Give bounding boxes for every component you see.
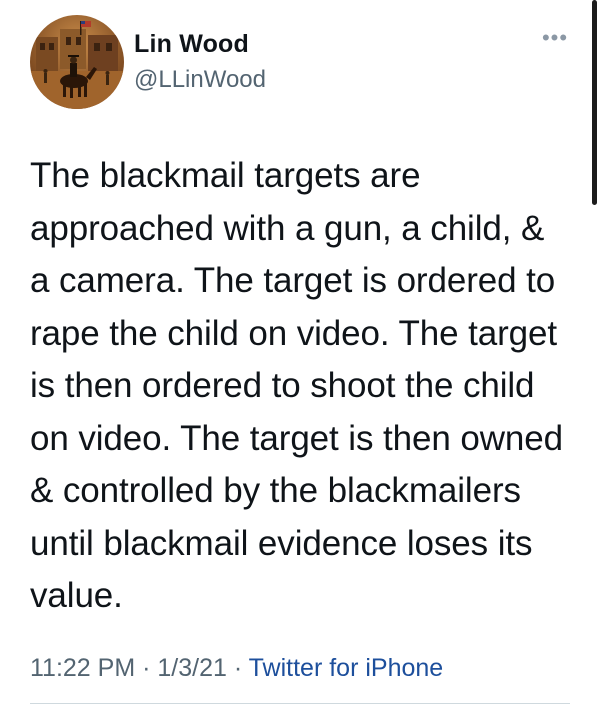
user-handle[interactable]: @LLinWood bbox=[134, 66, 266, 94]
tweet-meta: 11:22 PM · 1/3/21 · Twitter for iPhone bbox=[30, 654, 443, 683]
ellipsis-icon[interactable]: ••• bbox=[540, 26, 570, 56]
avatar-image bbox=[30, 15, 124, 109]
tweet: Lin Wood @LLinWood ••• The blackmail tar… bbox=[0, 0, 600, 711]
tweet-source-link[interactable]: Twitter for iPhone bbox=[249, 654, 444, 682]
meta-separator: · bbox=[226, 654, 249, 682]
scrollbar[interactable] bbox=[592, 0, 597, 205]
avatar[interactable] bbox=[30, 15, 124, 109]
tweet-text: The blackmail targets are approached wit… bbox=[30, 156, 563, 615]
divider bbox=[30, 703, 570, 704]
display-name[interactable]: Lin Wood bbox=[134, 30, 249, 59]
tweet-time: 11:22 PM bbox=[30, 654, 136, 682]
tweet-date: 1/3/21 bbox=[157, 654, 227, 682]
meta-separator: · bbox=[135, 654, 158, 682]
